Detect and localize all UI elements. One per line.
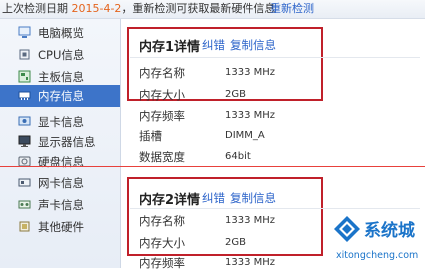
section-separator — [0, 166, 425, 167]
sidebar-item-overview[interactable]: 电脑概览 — [0, 22, 120, 44]
last-check-label: 上次检测日期 — [2, 2, 68, 15]
memory1-slot-label: 插槽 — [139, 129, 162, 143]
memory2-frequency-label: 内存频率 — [139, 256, 185, 270]
sidebar-item-label: 硬盘信息 — [38, 155, 84, 169]
sidebar-item-display[interactable]: 显示器信息 — [0, 131, 120, 153]
memory2-copy-info-link[interactable]: 复制信息 — [230, 190, 276, 206]
divider — [130, 208, 420, 209]
recheck-link[interactable]: 重新检测 — [270, 0, 314, 18]
sidebar: 电脑概览 CPU信息 主板信息 内存信息 显卡信息 显示器信息 硬盘信息 网卡信… — [0, 19, 121, 268]
memory1-name-value: 1333 MHz — [225, 67, 276, 78]
last-check-bar: 上次检测日期 2015-4-2，重新检测可获取最新硬件信息 重新检测 — [0, 0, 425, 19]
memory2-size-label: 内存大小 — [139, 236, 185, 250]
memory2-name-label: 内存名称 — [139, 214, 185, 228]
memory1-data-width-value: 64bit — [225, 151, 251, 162]
network-card-icon — [18, 178, 31, 187]
last-check-text: 上次检测日期 2015-4-2，重新检测可获取最新硬件信息 — [2, 0, 275, 18]
motherboard-icon — [18, 70, 31, 83]
sidebar-item-label: 网卡信息 — [38, 176, 84, 190]
last-check-date: 2015-4-2 — [71, 2, 122, 15]
cpu-icon — [19, 49, 30, 60]
other-hardware-icon — [19, 221, 30, 232]
watermark-url: xitongcheng.com — [336, 250, 419, 261]
memory2-name-value: 1333 MHz — [225, 215, 276, 226]
sound-card-icon — [18, 200, 31, 209]
display-icon — [18, 135, 31, 147]
memory1-copy-info-link[interactable]: 复制信息 — [230, 37, 276, 53]
memory-icon — [18, 91, 31, 100]
recheck-hint: ，重新检测可获取最新硬件信息 — [121, 2, 276, 15]
graphics-card-icon — [18, 116, 31, 126]
sidebar-item-label: CPU信息 — [38, 48, 85, 62]
sidebar-item-label: 声卡信息 — [38, 198, 84, 212]
memory1-title: 内存1详情 — [139, 40, 201, 55]
sidebar-item-label: 其他硬件 — [38, 220, 84, 234]
memory1-slot-value: DIMM_A — [225, 130, 265, 141]
memory2-size-value: 2GB — [225, 237, 246, 248]
memory1-size-value: 2GB — [225, 89, 246, 100]
memory1-report-error-link[interactable]: 纠错 — [202, 37, 225, 53]
sidebar-item-label: 电脑概览 — [38, 26, 84, 40]
memory1-data-width-label: 数据宽度 — [139, 150, 185, 164]
windows-logo-icon — [334, 216, 360, 242]
monitor-icon — [18, 26, 31, 38]
sidebar-item-harddisk[interactable]: 硬盘信息 — [0, 151, 120, 173]
sidebar-item-label: 显示器信息 — [38, 135, 96, 149]
sidebar-item-network[interactable]: 网卡信息 — [0, 172, 120, 194]
sidebar-item-cpu[interactable]: CPU信息 — [0, 44, 120, 66]
memory2-frequency-value: 1333 MHz — [225, 257, 276, 268]
sidebar-item-graphics[interactable]: 显卡信息 — [0, 111, 120, 133]
memory2-report-error-link[interactable]: 纠错 — [202, 190, 225, 206]
sidebar-item-sound[interactable]: 声卡信息 — [0, 194, 120, 216]
watermark-brand: 系统城 — [364, 221, 415, 241]
memory1-name-label: 内存名称 — [139, 66, 185, 80]
memory1-frequency-label: 内存频率 — [139, 109, 185, 123]
memory1-frequency-value: 1333 MHz — [225, 110, 276, 121]
watermark: 系统城 xitongcheng.com — [330, 212, 425, 268]
memory2-title: 内存2详情 — [139, 193, 201, 208]
memory1-size-label: 内存大小 — [139, 88, 185, 102]
sidebar-item-label: 内存信息 — [38, 89, 84, 103]
divider — [130, 57, 420, 58]
sidebar-item-memory[interactable]: 内存信息 — [0, 85, 120, 107]
sidebar-item-label: 显卡信息 — [38, 115, 84, 129]
sidebar-item-other[interactable]: 其他硬件 — [0, 216, 120, 238]
